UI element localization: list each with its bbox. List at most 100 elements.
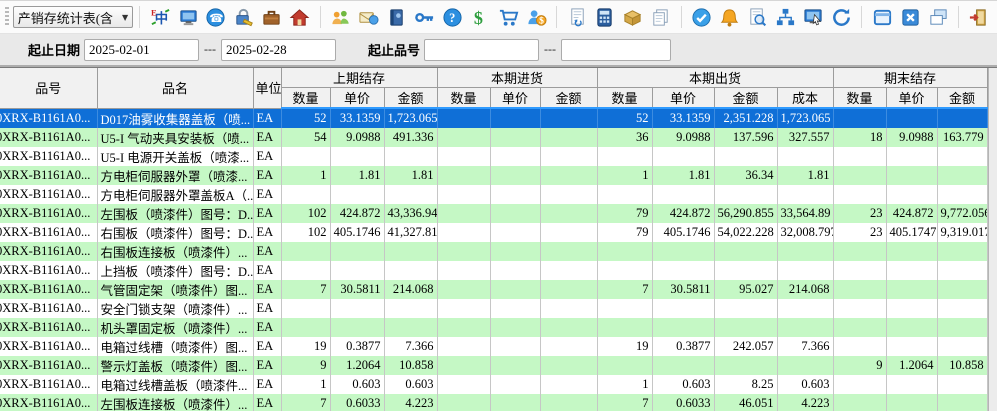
cell-item-no[interactable]: 0XRX-B1161A0... (0, 108, 97, 128)
cell-price[interactable] (330, 242, 384, 261)
cell-qty[interactable] (437, 128, 490, 147)
cell-qty[interactable] (281, 147, 330, 166)
notebook-icon[interactable] (385, 4, 409, 30)
cell-cost[interactable] (777, 185, 833, 204)
cell-qty[interactable]: 102 (281, 204, 330, 223)
cell-price[interactable]: 424.872 (330, 204, 384, 223)
cell-unit[interactable]: EA (253, 318, 281, 337)
cell-price[interactable] (652, 185, 714, 204)
cell-amount[interactable] (384, 261, 437, 280)
cell-price[interactable] (490, 375, 540, 394)
search-doc-icon[interactable] (746, 4, 770, 30)
cell-amount[interactable] (937, 280, 987, 299)
cell-item-no[interactable]: 0XRX-B1161A0... (0, 242, 97, 261)
cell-price[interactable] (490, 223, 540, 242)
cell-qty[interactable] (597, 242, 652, 261)
cell-amount[interactable] (937, 337, 987, 356)
cell-cost[interactable] (777, 147, 833, 166)
cell-qty[interactable]: 9 (833, 356, 886, 375)
cell-price[interactable] (886, 242, 937, 261)
cell-price[interactable] (490, 337, 540, 356)
item-from-input[interactable] (424, 39, 539, 61)
cell-qty[interactable]: 52 (597, 108, 652, 128)
cell-amount[interactable]: 10.858 (937, 356, 987, 375)
cell-price[interactable] (886, 375, 937, 394)
cell-qty[interactable] (833, 261, 886, 280)
cell-item-name[interactable]: D017油雾收集器盖板（喷... (97, 108, 253, 128)
cell-unit[interactable]: EA (253, 394, 281, 411)
cell-amount[interactable] (540, 204, 597, 223)
cell-qty[interactable] (437, 375, 490, 394)
cell-qty[interactable]: 7 (281, 280, 330, 299)
exit-icon[interactable] (967, 4, 991, 30)
cell-qty[interactable]: 102 (281, 223, 330, 242)
cell-item-name[interactable]: 安全门锁支架（喷漆件）... (97, 299, 253, 318)
cell-unit[interactable]: EA (253, 261, 281, 280)
cell-price[interactable] (652, 299, 714, 318)
cell-amount[interactable] (384, 147, 437, 166)
help-icon[interactable]: ? (440, 4, 464, 30)
cell-amount[interactable] (540, 337, 597, 356)
cell-amount[interactable]: 8.25 (714, 375, 777, 394)
cell-price[interactable] (652, 356, 714, 375)
cell-qty[interactable] (597, 318, 652, 337)
cell-item-no[interactable]: 0XRX-B1161A0... (0, 318, 97, 337)
cell-amount[interactable] (540, 356, 597, 375)
cell-price[interactable] (490, 280, 540, 299)
cell-price[interactable]: 405.1746 (652, 223, 714, 242)
cell-unit[interactable]: EA (253, 299, 281, 318)
cell-cost[interactable] (777, 242, 833, 261)
box-icon[interactable] (621, 4, 645, 30)
col-header-price[interactable]: 单价 (330, 88, 384, 109)
cell-amount[interactable] (937, 299, 987, 318)
cell-amount[interactable] (540, 166, 597, 185)
cell-amount[interactable]: 95.027 (714, 280, 777, 299)
cell-amount[interactable]: 56,290.855 (714, 204, 777, 223)
cell-amount[interactable] (937, 242, 987, 261)
date-to-input[interactable] (221, 39, 336, 61)
cell-qty[interactable]: 1 (597, 166, 652, 185)
cell-item-name[interactable]: 警示灯盖板（喷漆件）图... (97, 356, 253, 375)
cell-qty[interactable] (281, 299, 330, 318)
table-row[interactable]: 0XRX-B1161A0...U5-I 气动夹具安装板（喷...EA549.09… (0, 128, 987, 147)
cell-price[interactable]: 0.3877 (330, 337, 384, 356)
cell-price[interactable] (652, 242, 714, 261)
table-row[interactable]: 0XRX-B1161A0...机头罩固定板（喷漆件）...EA (0, 318, 987, 337)
cell-amount[interactable] (540, 242, 597, 261)
cell-qty[interactable]: 19 (281, 337, 330, 356)
cell-amount[interactable] (937, 147, 987, 166)
cell-qty[interactable]: 7 (281, 394, 330, 411)
col-header-item-no[interactable]: 品号 (0, 68, 97, 108)
check-icon[interactable] (690, 4, 714, 30)
cell-price[interactable]: 30.5811 (330, 280, 384, 299)
cell-price[interactable] (886, 394, 937, 411)
cell-item-no[interactable]: 0XRX-B1161A0... (0, 375, 97, 394)
cell-qty[interactable] (437, 108, 490, 128)
cell-amount[interactable] (540, 128, 597, 147)
cell-price[interactable]: 33.1359 (330, 108, 384, 128)
cell-price[interactable]: 405.1746 (330, 223, 384, 242)
cell-qty[interactable]: 7 (597, 394, 652, 411)
lock-icon[interactable] (232, 4, 256, 30)
table-row[interactable]: 0XRX-B1161A0...上挡板（喷漆件）图号：D...EA (0, 261, 987, 280)
table-row[interactable]: 0XRX-B1161A0...电箱过线槽盖板（喷漆件...EA10.6030.6… (0, 375, 987, 394)
cell-price[interactable] (886, 166, 937, 185)
cell-amount[interactable] (937, 108, 987, 128)
cell-qty[interactable] (597, 185, 652, 204)
cell-qty[interactable] (597, 261, 652, 280)
dollar-icon[interactable]: $ (468, 4, 492, 30)
cell-qty[interactable] (437, 223, 490, 242)
cell-cost[interactable]: 214.068 (777, 280, 833, 299)
cell-price[interactable] (886, 318, 937, 337)
cell-qty[interactable] (437, 185, 490, 204)
cell-qty[interactable]: 52 (281, 108, 330, 128)
cell-qty[interactable] (281, 318, 330, 337)
col-header-amount[interactable]: 金额 (714, 88, 777, 109)
cell-unit[interactable]: EA (253, 204, 281, 223)
date-from-input[interactable] (84, 39, 199, 61)
col-header-price[interactable]: 单价 (490, 88, 540, 109)
cell-amount[interactable]: 1,723.065 (384, 108, 437, 128)
key-icon[interactable] (412, 4, 436, 30)
cell-price[interactable]: 0.6033 (652, 394, 714, 411)
cell-price[interactable]: 33.1359 (652, 108, 714, 128)
